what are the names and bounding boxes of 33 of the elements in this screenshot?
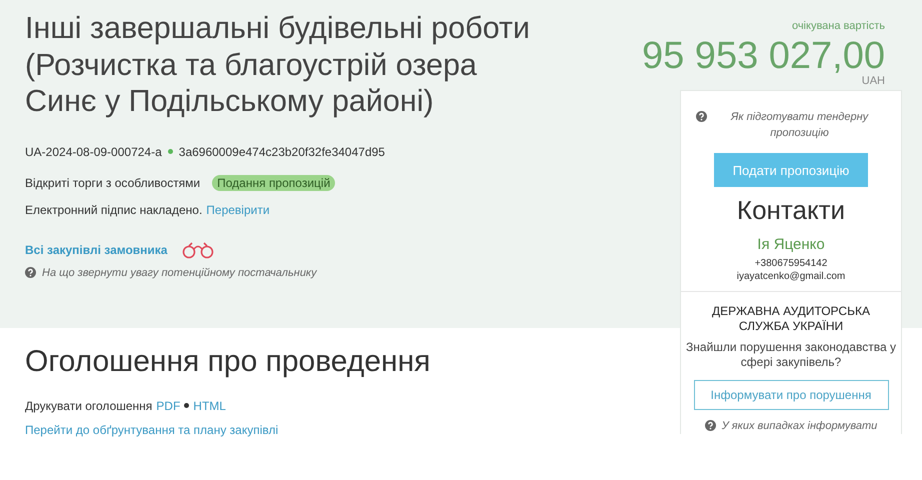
signature-note: Електронний підпис накладено. [25,202,202,216]
help-icon [696,111,707,122]
contact-name: Ія Яценко [757,236,825,253]
help-link[interactable]: У яких випадках інформувати [722,418,878,434]
separator-dot [168,149,173,154]
print-label: Друкувати оголошення [25,398,152,412]
tender-hash: 3a6960009e474c23b20f32fe34047d95 [178,144,385,158]
separator-dot [184,403,190,408]
currency-label: UAH [862,76,885,86]
html-link[interactable]: HTML [193,398,226,412]
contacts-heading: Контакти [736,195,846,226]
expected-value-label: очікувана вартість [792,20,885,32]
contact-phone: +380675954142 [754,257,828,270]
help-icon [704,420,716,431]
section-heading: Оголошення про проведення [25,344,432,378]
help-link[interactable]: На що звернути увагу потенційному постачальнику [42,264,317,280]
violation-question: Знайшли порушення законодавства у сфері закупівель? [685,340,897,370]
pdf-link[interactable]: PDF [156,398,180,412]
procedure-type: Відкриті торги з особливостями [25,176,200,190]
tender-id: UA-2024-08-09-000724-a [25,144,162,158]
audit-service-title: ДЕРЖАВНА АУДИТОРСЬКА СЛУЖБА УКРАЇНИ [711,304,871,334]
help-link[interactable]: Як підготувати тендерну пропозицію [713,109,886,141]
verify-link[interactable]: Перевірити [206,202,270,216]
report-violation-button[interactable]: Інформувати про порушення [694,380,888,410]
help-icon [25,266,36,278]
binoculars-icon [181,240,216,258]
status-badge: Подання пропозицій [212,174,336,190]
contact-email: iyayatcenko@gmail.com [736,270,846,283]
submit-proposal-button[interactable]: Подати пропозицію [714,153,868,187]
tender-title: Інші завершальні будівельні роботи (Розчистка та благоустрій озера Синє у Подільському районі) [25,10,531,120]
customer-procurements-link[interactable]: Всі закупівлі замовника [25,242,168,256]
procurement-plan-link[interactable]: Перейти до обґрунтування та плану закупівлі [25,422,680,436]
expected-value-amount: 95 953 027,00 [642,36,885,76]
